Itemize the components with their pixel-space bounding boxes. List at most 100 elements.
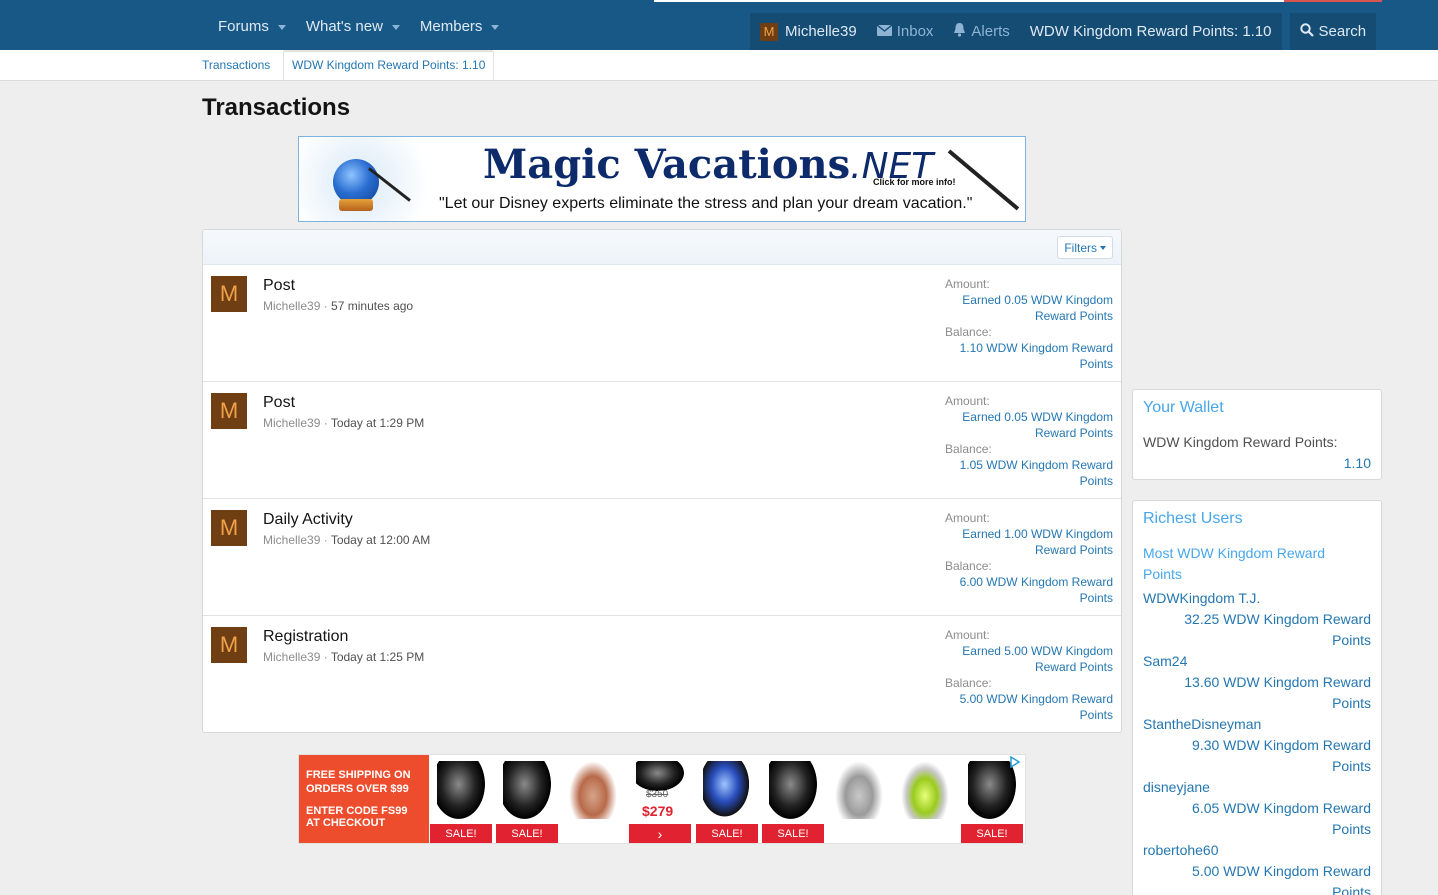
transaction-row: M Post Michelle39 · 57 minutes ago Amoun…: [203, 265, 1121, 382]
richest-user-points: 13.60 WDW Kingdom Reward: [1184, 674, 1371, 690]
golf-club-icon: [636, 761, 684, 791]
breadcrumb-transactions[interactable]: Transactions: [202, 58, 270, 72]
inbox-button[interactable]: Inbox: [866, 13, 944, 50]
richest-user-link[interactable]: robertohe60: [1143, 840, 1371, 861]
username-link[interactable]: Michelle39: [263, 299, 320, 313]
username-link[interactable]: Michelle39: [263, 650, 320, 664]
golf-shoe-icon: [901, 761, 949, 819]
golf-shoe-icon: [835, 761, 883, 819]
richest-user-link[interactable]: StantheDisneyman: [1143, 714, 1371, 735]
username-link[interactable]: Michelle39: [263, 416, 320, 430]
richest-list: WDWKingdom T.J. 32.25 WDW Kingdom Reward…: [1143, 588, 1371, 895]
richest-user-points-cont: Points: [1332, 884, 1371, 895]
amount-value: Earned 0.05 WDW Kingdom: [962, 293, 1113, 307]
chevron-down-icon[interactable]: [391, 24, 400, 30]
magic-vacations-ad[interactable]: Magic Vacations.NET Click for more info!…: [298, 136, 1026, 222]
richest-user-points: 32.25 WDW Kingdom Reward: [1184, 611, 1371, 627]
search-field-accent: [1284, 0, 1382, 2]
transactions-list: Filters M Post Michelle39 · 57 minutes a…: [202, 229, 1122, 733]
avatar[interactable]: M: [211, 627, 247, 663]
chevron-down-icon: [1100, 246, 1106, 250]
amount-value-cont: Reward Points: [1034, 309, 1113, 323]
amount-label: Amount:: [945, 628, 990, 642]
richest-user-link[interactable]: WDWKingdom T.J.: [1143, 588, 1371, 609]
nav-members[interactable]: Members: [410, 13, 510, 40]
avatar[interactable]: M: [211, 393, 247, 429]
transaction-meta: Michelle39 · Today at 1:29 PM: [263, 416, 425, 430]
balance-value: 1.10 WDW Kingdom Reward: [959, 341, 1113, 355]
transaction-title: Post: [263, 394, 296, 411]
balance-value-cont: Points: [1079, 474, 1113, 488]
timestamp: 57 minutes ago: [331, 299, 414, 313]
richest-user-points-cont: Points: [1332, 695, 1371, 711]
list-header: Filters: [203, 230, 1121, 265]
richest-subtitle: Most WDW Kingdom Reward Points: [1143, 545, 1326, 582]
product-tile[interactable]: SALE!: [761, 755, 825, 843]
transaction-amounts: Amount: Earned 0.05 WDW Kingdom Reward P…: [943, 393, 1113, 489]
transaction-row: M Post Michelle39 · Today at 1:29 PM Amo…: [203, 382, 1121, 499]
main-nav: Forums What's new Members: [208, 13, 509, 40]
points-button[interactable]: WDW Kingdom Reward Points: 1.10: [1019, 13, 1282, 50]
bell-icon: [953, 22, 966, 41]
transaction-amounts: Amount: Earned 1.00 WDW Kingdom Reward P…: [943, 510, 1113, 606]
sale-badge: SALE!: [430, 824, 492, 843]
amount-label: Amount:: [945, 277, 990, 291]
richest-user-points: 5.00 WDW Kingdom Reward: [1192, 863, 1371, 879]
balance-value-cont: Points: [1079, 708, 1113, 722]
avatar[interactable]: M: [211, 276, 247, 312]
amount-label: Amount:: [945, 511, 990, 525]
alerts-button[interactable]: Alerts: [943, 13, 1020, 50]
golf-club-icon: [703, 761, 751, 819]
nav-whats-new[interactable]: What's new: [296, 13, 410, 40]
transaction-amounts: Amount: Earned 5.00 WDW Kingdom Reward P…: [943, 627, 1113, 723]
ad-logo: Magic Vacations.NET: [483, 141, 934, 188]
chevron-down-icon[interactable]: [491, 24, 500, 30]
product-tile[interactable]: [561, 755, 625, 843]
richest-users-widget: Richest Users Most WDW Kingdom Reward Po…: [1132, 500, 1382, 895]
balance-label: Balance:: [945, 442, 992, 456]
golf-shoe-icon: [569, 761, 617, 819]
balance-value: 1.05 WDW Kingdom Reward: [959, 458, 1113, 472]
username-link[interactable]: Michelle39: [263, 533, 320, 547]
search-icon: [1299, 22, 1314, 41]
adchoices-icon[interactable]: [1009, 755, 1023, 770]
amount-value: Earned 0.05 WDW Kingdom: [962, 410, 1113, 424]
ad-click-text: Click for more info!: [873, 177, 956, 187]
nav-forums[interactable]: Forums: [208, 13, 296, 40]
avatar[interactable]: M: [211, 510, 247, 546]
amount-value-cont: Reward Points: [1034, 660, 1113, 674]
promo-shipping: FREE SHIPPING ON ORDERS OVER $99: [306, 769, 411, 795]
page-title: Transactions: [202, 94, 351, 121]
search-button[interactable]: Search: [1289, 13, 1377, 50]
top-header: Forums What's new Members M Michelle39 I…: [0, 0, 1438, 50]
chevron-down-icon[interactable]: [277, 24, 286, 30]
product-tile-featured[interactable]: $350 $279 ›: [628, 755, 692, 843]
richest-user-link[interactable]: disneyjane: [1143, 777, 1371, 798]
golf-shop-ad[interactable]: FREE SHIPPING ON ORDERS OVER $99 ENTER C…: [298, 754, 1026, 844]
transaction-meta: Michelle39 · Today at 1:25 PM: [263, 650, 425, 664]
transaction-meta: Michelle39 · Today at 12:00 AM: [263, 533, 431, 547]
product-tile[interactable]: [893, 755, 957, 843]
tab-reward-points[interactable]: WDW Kingdom Reward Points: 1.10: [283, 50, 495, 80]
breadcrumb: Transactions WDW Kingdom Reward Points: …: [0, 50, 1438, 81]
wallet-title: Your Wallet: [1143, 399, 1224, 416]
product-tile[interactable]: SALE!: [429, 755, 493, 843]
balance-label: Balance:: [945, 676, 992, 690]
sale-badge: SALE!: [496, 824, 558, 843]
envelope-icon: [876, 23, 893, 40]
transaction-title: Post: [263, 277, 296, 294]
product-tile[interactable]: SALE!: [495, 755, 559, 843]
price-old: $350: [646, 789, 669, 800]
account-button[interactable]: M Michelle39: [750, 13, 867, 50]
transaction-amounts: Amount: Earned 0.05 WDW Kingdom Reward P…: [943, 276, 1113, 372]
filters-button[interactable]: Filters: [1057, 236, 1113, 259]
sale-badge: SALE!: [696, 824, 758, 843]
product-tile[interactable]: [827, 755, 891, 843]
product-tile[interactable]: SALE!: [695, 755, 759, 843]
search-field-edge: [654, 0, 1382, 2]
richest-user-link[interactable]: Sam24: [1143, 651, 1371, 672]
chevron-right-icon[interactable]: ›: [629, 824, 691, 843]
user-bar: M Michelle39 Inbox Alerts WDW Kingdom Re…: [750, 13, 1377, 50]
richest-user-points: 9.30 WDW Kingdom Reward: [1192, 737, 1371, 753]
transaction-row: M Registration Michelle39 · Today at 1:2…: [203, 616, 1121, 732]
